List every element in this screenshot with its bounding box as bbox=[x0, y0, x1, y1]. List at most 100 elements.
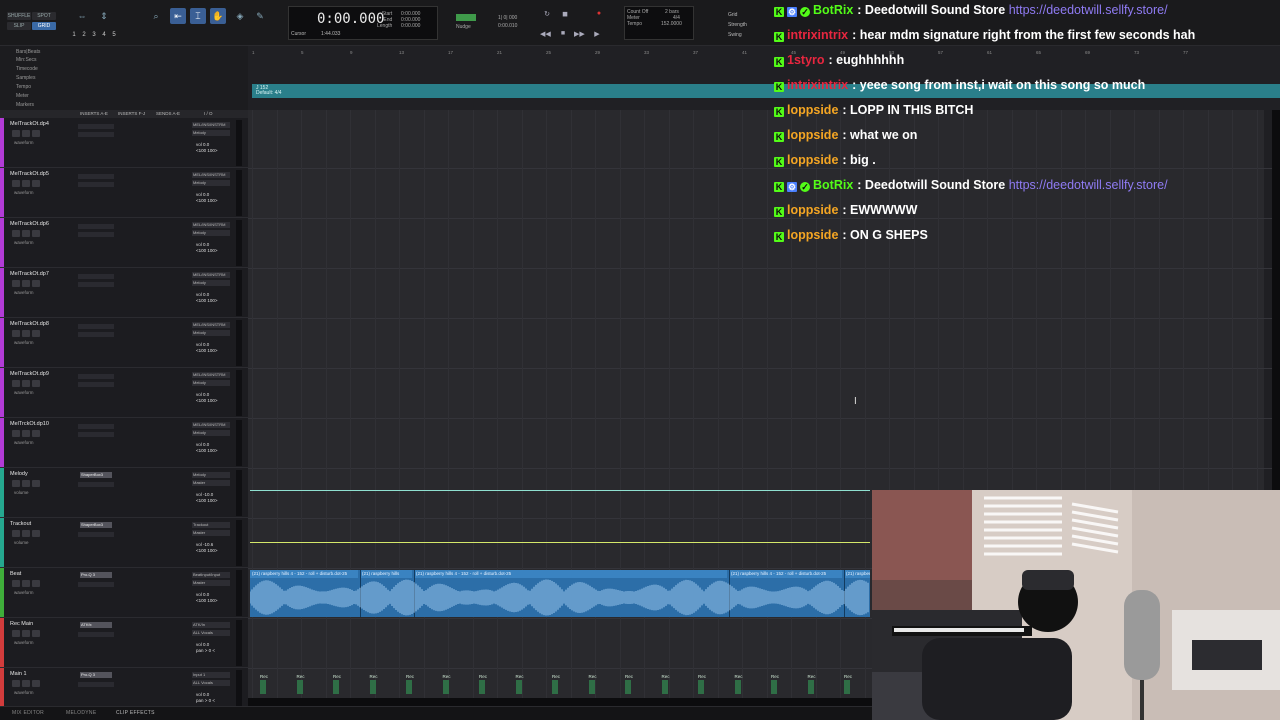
track-view-selector[interactable]: waveform bbox=[14, 340, 34, 345]
mute-button[interactable] bbox=[32, 130, 40, 137]
chat-username[interactable]: intrixintrix bbox=[787, 28, 848, 42]
track-volume-pan[interactable]: vol 0.0 pan > 0 < bbox=[196, 692, 215, 704]
insert-plugin[interactable]: ShaperBox3 bbox=[80, 472, 112, 478]
volume-automation-line[interactable] bbox=[250, 490, 870, 491]
chat-link[interactable]: https://deedotwill.sellfy.store/ bbox=[1009, 178, 1168, 192]
solo-button[interactable] bbox=[22, 580, 30, 587]
ruler-min-secs[interactable]: Min:Secs bbox=[16, 57, 37, 63]
rec-clip-marker[interactable]: Rec bbox=[479, 674, 487, 694]
fast-forward-icon[interactable]: ▶▶ bbox=[574, 30, 585, 38]
track-view-selector[interactable]: waveform bbox=[14, 290, 34, 295]
track-name[interactable]: MelTrackOt.dp7 bbox=[10, 271, 49, 277]
insert-slot[interactable] bbox=[78, 182, 114, 187]
solo-button[interactable] bbox=[22, 680, 30, 687]
pan-value[interactable]: <100 100> bbox=[196, 448, 218, 454]
solo-button[interactable] bbox=[22, 180, 30, 187]
record-enable-button[interactable] bbox=[12, 130, 20, 137]
grid-mode-button[interactable]: GRID bbox=[32, 22, 56, 30]
zoom-preset-4[interactable]: 4 bbox=[100, 31, 108, 39]
ruler-markers[interactable]: Markers bbox=[16, 102, 34, 108]
insert-slot[interactable] bbox=[78, 132, 114, 137]
audio-clip-name[interactable]: (21) raspberry hills 4 - 152 - roll + di… bbox=[250, 570, 358, 578]
rec-clip-marker[interactable]: Rec bbox=[807, 674, 816, 694]
track-volume-pan[interactable]: vol 0.0 <100 100> bbox=[196, 142, 218, 154]
track-name[interactable]: Rec Main bbox=[10, 621, 33, 627]
track-output-selector[interactable]: Melody bbox=[192, 230, 230, 236]
rec-clip-marker[interactable]: Rec bbox=[406, 674, 414, 694]
main-counter[interactable]: 0:00.000 Cursor 1:44.033 Start End Lengt… bbox=[288, 6, 438, 40]
track-input-selector[interactable]: MEL/INS/INSTRM bbox=[192, 272, 230, 278]
trim-tool-icon[interactable]: ⇤ bbox=[170, 8, 186, 24]
pan-value[interactable]: <100 100> bbox=[196, 598, 218, 604]
track-input-selector[interactable]: Input 1 bbox=[192, 672, 230, 678]
track-output-selector[interactable]: Master bbox=[192, 580, 230, 586]
solo-button[interactable] bbox=[22, 230, 30, 237]
audio-clip-name[interactable]: (21) raspberry hills 4 - 152 - roll + di… bbox=[729, 570, 842, 578]
shuffle-mode-button[interactable]: SHUFFLE bbox=[7, 12, 31, 20]
solo-button[interactable] bbox=[22, 280, 30, 287]
length-value[interactable]: 0:00.000 bbox=[401, 23, 420, 29]
mute-button[interactable] bbox=[32, 580, 40, 587]
insert-slot[interactable] bbox=[78, 432, 114, 437]
track-input-selector[interactable]: MEL/INS/INSTRM bbox=[192, 322, 230, 328]
chat-username[interactable]: BotRix bbox=[813, 178, 853, 192]
tab-melodyne[interactable]: MELODYNE bbox=[66, 710, 96, 716]
track-input-selector[interactable]: MEL/INS/INSTRM bbox=[192, 172, 230, 178]
track-row[interactable]: MelTrackOt.dp9 waveform MEL/INS/INSTRM Melo… bbox=[0, 368, 248, 418]
chat-username[interactable]: 1styro bbox=[787, 53, 825, 67]
track-volume-pan[interactable]: vol 0.0 <100 100> bbox=[196, 392, 218, 404]
track-row[interactable]: Trackout volume ShaperBox3 Trackout Master vo… bbox=[0, 518, 248, 568]
record-icon[interactable]: ● bbox=[594, 10, 604, 17]
rec-clip-marker[interactable]: Rec bbox=[588, 674, 597, 694]
record-enable-button[interactable] bbox=[12, 180, 20, 187]
chat-username[interactable]: BotRix bbox=[813, 3, 853, 17]
audio-clip-name[interactable]: (21) raspberry hills bbox=[360, 570, 412, 578]
magnifier-icon[interactable]: ⌕ bbox=[148, 8, 164, 24]
track-row[interactable]: MelTrackOt.dp7 waveform MEL/INS/INSTRM Melo… bbox=[0, 268, 248, 318]
record-enable-button[interactable] bbox=[12, 380, 20, 387]
track-output-selector[interactable]: Melody bbox=[192, 180, 230, 186]
track-view-selector[interactable]: waveform bbox=[14, 140, 34, 145]
track-volume-pan[interactable]: vol -10.0 <100 100> bbox=[196, 492, 218, 504]
mute-button[interactable] bbox=[32, 380, 40, 387]
track-volume-pan[interactable]: vol 0.0 <100 100> bbox=[196, 192, 218, 204]
grid-settings[interactable]: Grid Strength Swing bbox=[728, 10, 747, 40]
track-name[interactable]: Main 1 bbox=[10, 671, 27, 677]
volume-automation-line[interactable] bbox=[250, 542, 870, 543]
rec-clip-marker[interactable]: Rec bbox=[260, 674, 268, 694]
insert-slot[interactable] bbox=[78, 332, 114, 337]
track-volume-pan[interactable]: vol 0.0 <100 100> bbox=[196, 442, 218, 454]
rec-clip-marker[interactable]: Rec bbox=[442, 674, 451, 694]
pan-value[interactable]: <100 100> bbox=[196, 348, 218, 354]
insert-slot[interactable] bbox=[78, 274, 114, 279]
record-enable-button[interactable] bbox=[12, 480, 20, 487]
track-output-selector[interactable]: ALL Vocals bbox=[192, 680, 230, 686]
chat-username[interactable]: intrixintrix bbox=[787, 78, 848, 92]
track-output-selector[interactable]: Melody bbox=[192, 430, 230, 436]
zoom-out-icon[interactable]: ⇕ bbox=[96, 8, 112, 24]
chat-username[interactable]: loppside bbox=[787, 228, 838, 242]
insert-plugin[interactable]: Pro-Q 3 bbox=[80, 672, 112, 678]
mute-button[interactable] bbox=[32, 630, 40, 637]
ruler-meter[interactable]: Meter bbox=[16, 93, 29, 99]
track-output-selector[interactable]: Master bbox=[192, 480, 230, 486]
track-volume-pan[interactable]: vol 0.0 <100 100> bbox=[196, 242, 218, 254]
rec-clip-marker[interactable]: Rec bbox=[698, 674, 706, 694]
track-row[interactable]: MelTrackOt.dp6 waveform MEL/INS/INSTRM Melo… bbox=[0, 218, 248, 268]
chat-link[interactable]: https://deedotwill.sellfy.store/ bbox=[1009, 3, 1168, 17]
track-row[interactable]: Melody volume ShaperBox3 Melody Master vol -1… bbox=[0, 468, 248, 518]
track-input-selector[interactable]: ATK/In bbox=[192, 622, 230, 628]
track-name[interactable]: MelTrackOt.dp8 bbox=[10, 321, 49, 327]
pan-value[interactable]: <100 100> bbox=[196, 398, 218, 404]
solo-button[interactable] bbox=[22, 130, 30, 137]
rec-clip-marker[interactable]: Rec bbox=[661, 674, 670, 694]
nudge-values[interactable]: 1| 0| 000 0:00.010 bbox=[498, 14, 517, 30]
track-output-selector[interactable]: Melody bbox=[192, 130, 230, 136]
pan-value[interactable]: <100 100> bbox=[196, 248, 218, 254]
chat-username[interactable]: loppside bbox=[787, 203, 838, 217]
track-output-selector[interactable]: Melody bbox=[192, 330, 230, 336]
pan-value[interactable]: pan > 0 < bbox=[196, 698, 215, 704]
record-enable-button[interactable] bbox=[12, 630, 20, 637]
loop-icon[interactable]: ↻ bbox=[542, 10, 552, 18]
spot-mode-button[interactable]: SPOT bbox=[32, 12, 56, 20]
